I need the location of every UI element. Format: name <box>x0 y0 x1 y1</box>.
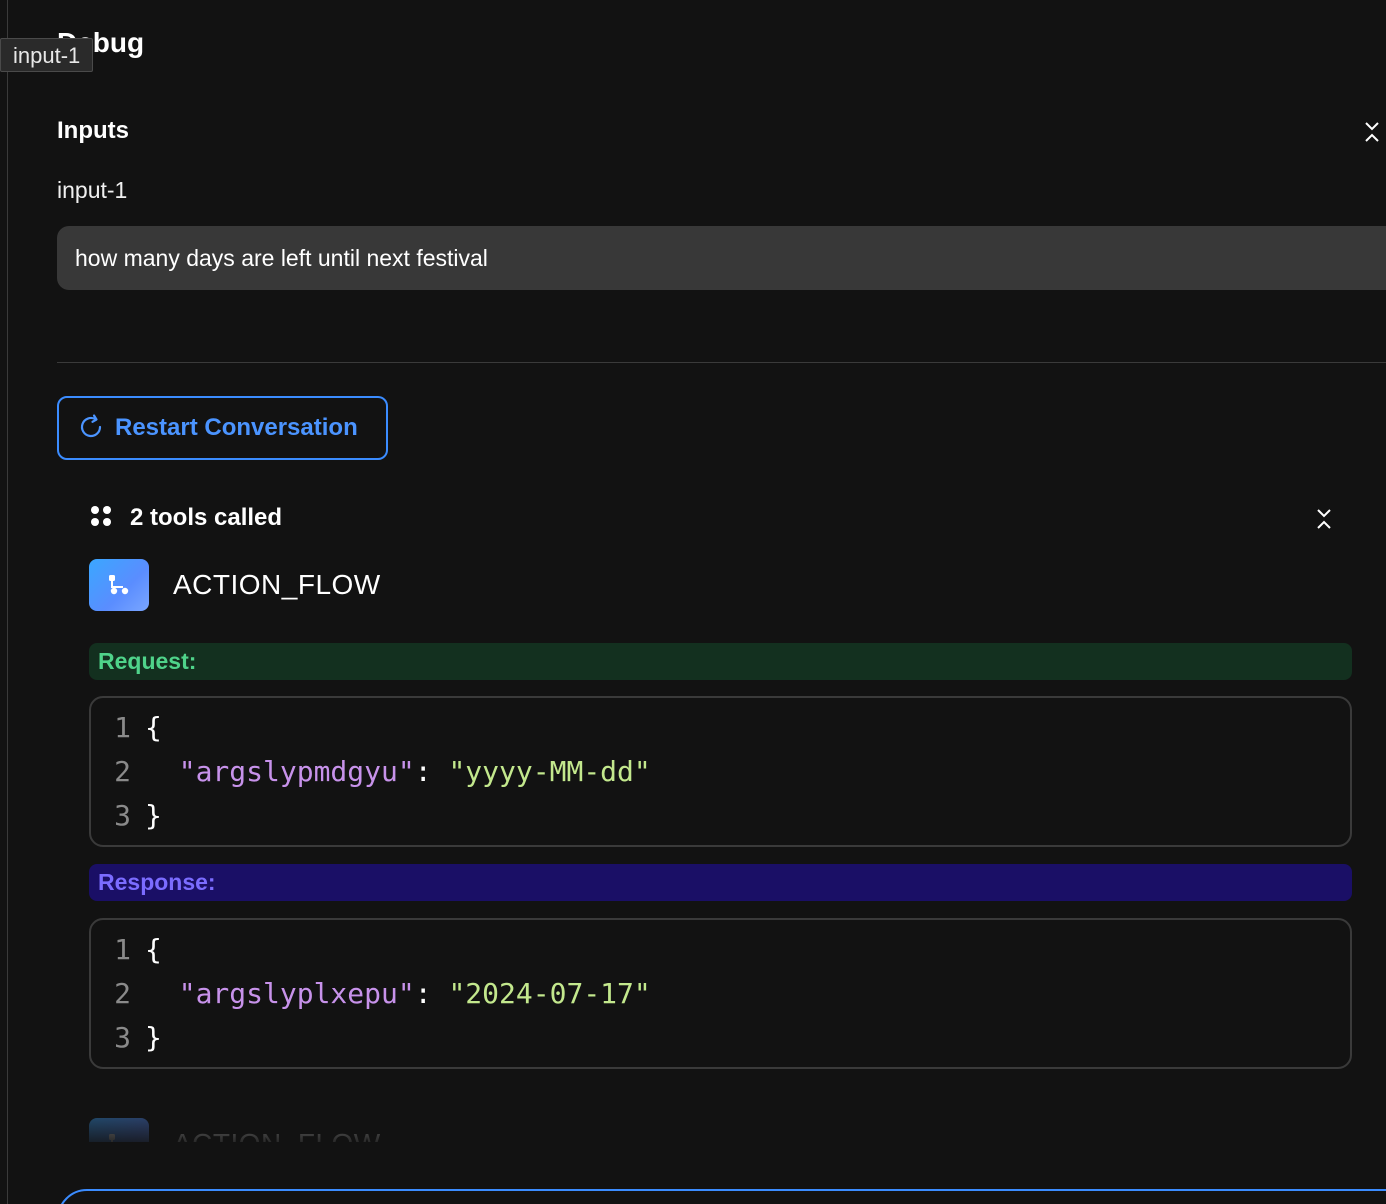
debug-panel: Debug input-1 Inputs input-1 Restart Con… <box>0 0 1386 1204</box>
restart-conversation-button[interactable]: Restart Conversation <box>57 396 388 460</box>
chevrons-collapse-icon[interactable] <box>1364 121 1380 143</box>
tool-item[interactable]: ACTION_FLOW <box>89 559 381 611</box>
input-1-field[interactable] <box>57 226 1386 290</box>
code-key: "argslypmdgyu" <box>178 755 415 788</box>
code-text: } <box>145 1021 162 1054</box>
code-text: { <box>145 933 162 966</box>
refresh-icon <box>77 413 105 444</box>
code-line: 1 { <box>91 706 1350 750</box>
line-number: 2 <box>114 755 131 788</box>
response-label: Response: <box>89 864 1352 901</box>
restart-conversation-label: Restart Conversation <box>115 414 358 441</box>
request-code-block[interactable]: 1 { 2 "argslypmdgyu" : "yyyy-MM-dd" 3 } <box>89 696 1352 847</box>
code-text: } <box>145 799 162 832</box>
four-dots-icon <box>90 505 112 532</box>
line-number: 1 <box>114 933 131 966</box>
chevrons-collapse-icon[interactable] <box>1316 508 1332 530</box>
tools-called-header[interactable]: 2 tools called <box>90 502 282 534</box>
code-text: { <box>145 711 162 744</box>
flow-branch-icon <box>89 1118 149 1142</box>
code-line: 3 } <box>91 1016 1350 1060</box>
tools-called-label: 2 tools called <box>130 504 283 531</box>
code-line: 1 { <box>91 928 1350 972</box>
panel-resize-edge[interactable] <box>7 0 8 1204</box>
input-field-label: input-1 <box>57 177 128 203</box>
tool-item[interactable]: ACTION_FLOW <box>89 1118 381 1142</box>
flow-branch-icon <box>89 559 149 611</box>
code-value: "2024-07-17" <box>448 977 651 1010</box>
code-line: 2 "argslypmdgyu" : "yyyy-MM-dd" <box>91 750 1350 794</box>
tool-name: ACTION_FLOW <box>173 1128 381 1142</box>
response-code-block[interactable]: 1 { 2 "argslyplxepu" : "2024-07-17" 3 } <box>89 918 1352 1069</box>
scroll-fade-area: ACTION_FLOW <box>57 1070 1386 1142</box>
tooltip: input-1 <box>0 38 94 72</box>
inputs-section-title: Inputs <box>57 117 129 144</box>
code-line: 2 "argslyplxepu" : "2024-07-17" <box>91 972 1350 1016</box>
section-divider <box>57 362 1386 363</box>
tool-name: ACTION_FLOW <box>173 569 381 600</box>
request-label: Request: <box>89 643 1352 680</box>
code-value: "yyyy-MM-dd" <box>448 755 651 788</box>
bottom-action-button[interactable] <box>57 1189 1386 1204</box>
line-number: 3 <box>114 799 131 832</box>
line-number: 2 <box>114 977 131 1010</box>
line-number: 3 <box>114 1021 131 1054</box>
line-number: 1 <box>114 711 131 744</box>
code-key: "argslyplxepu" <box>178 977 415 1010</box>
code-line: 3 } <box>91 794 1350 838</box>
